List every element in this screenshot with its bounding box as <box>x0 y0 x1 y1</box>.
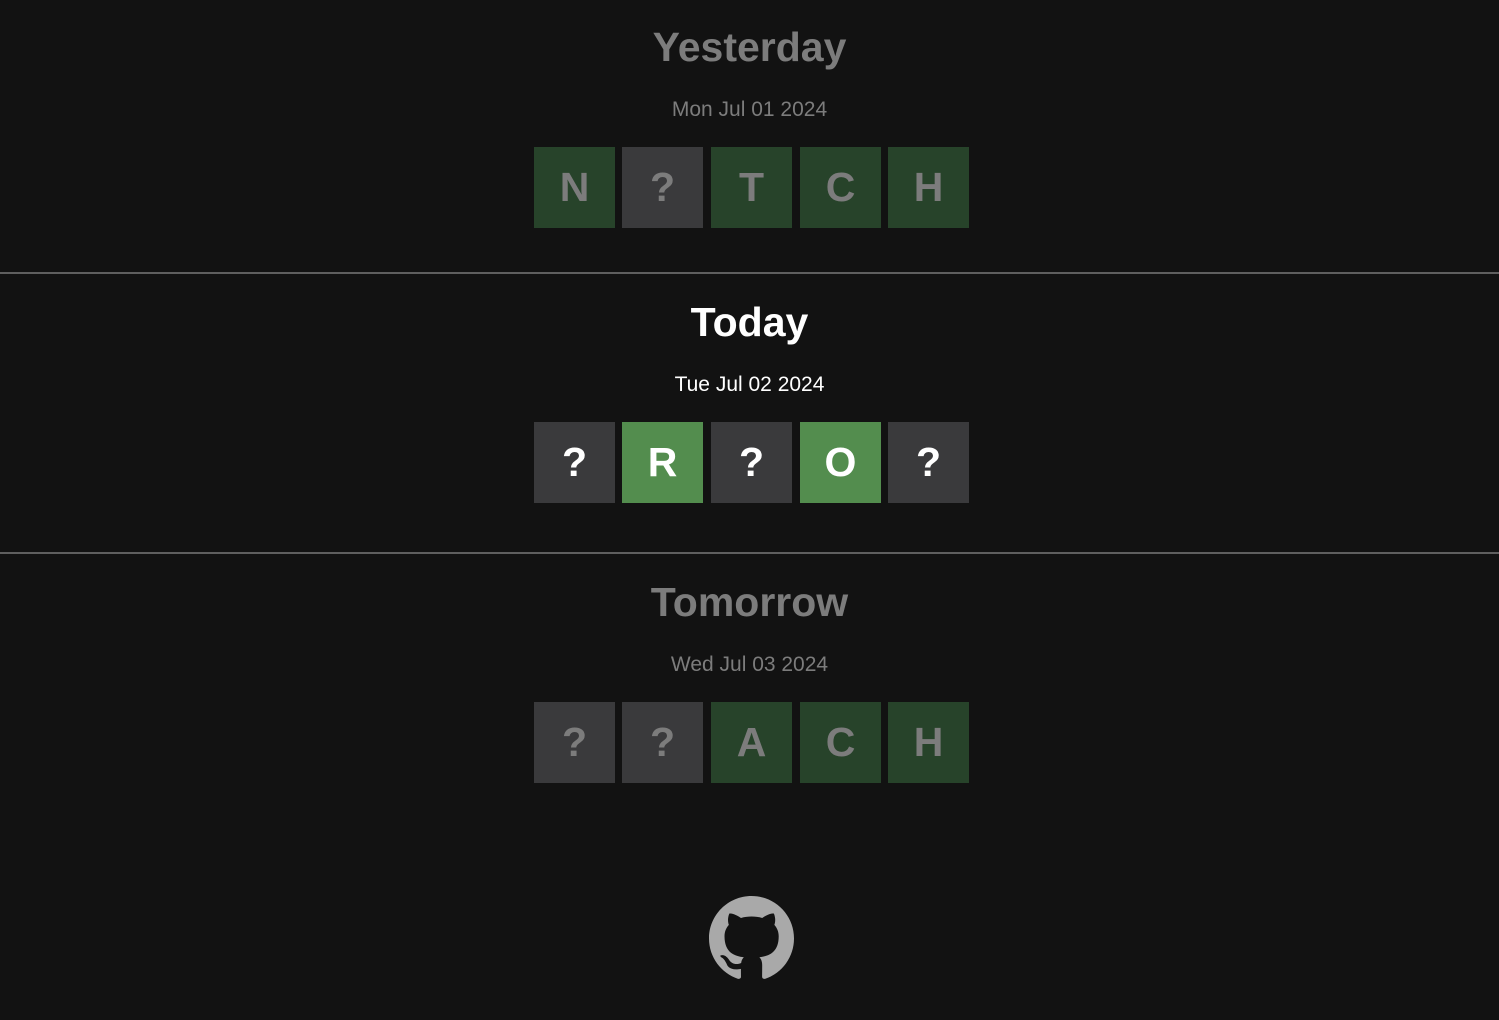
letter-tile: ? <box>534 702 615 783</box>
day-date: Mon Jul 01 2024 <box>671 98 828 121</box>
day-section-tomorrow: Tomorrow Wed Jul 03 2024 ? ? A C H <box>0 555 1499 815</box>
letter-tile: T <box>711 147 792 228</box>
section-divider <box>0 272 1499 274</box>
day-date: Tue Jul 02 2024 <box>674 373 825 396</box>
letter-tile: A <box>711 702 792 783</box>
day-title: Yesterday <box>652 24 847 70</box>
letter-tile: C <box>800 702 881 783</box>
github-icon <box>709 896 794 979</box>
day-date: Wed Jul 03 2024 <box>670 653 829 676</box>
letter-tiles: ? R ? O ? <box>534 422 970 503</box>
letter-tile: ? <box>888 422 969 503</box>
letter-tile: C <box>800 147 881 228</box>
day-title: Tomorrow <box>650 579 849 625</box>
day-title: Today <box>690 299 809 345</box>
letter-tile: R <box>622 422 703 503</box>
letter-tile: H <box>888 147 969 228</box>
letter-tile: O <box>800 422 881 503</box>
github-link[interactable] <box>709 896 794 981</box>
day-section-today: Today Tue Jul 02 2024 ? R ? O ? <box>0 275 1499 553</box>
letter-tile: H <box>888 702 969 783</box>
letter-tile: N <box>534 147 615 228</box>
section-divider <box>0 552 1499 554</box>
day-section-yesterday: Yesterday Mon Jul 01 2024 N ? T C H <box>0 0 1499 273</box>
letter-tiles: ? ? A C H <box>534 702 970 783</box>
letter-tile: ? <box>622 147 703 228</box>
letter-tiles: N ? T C H <box>534 147 970 228</box>
letter-tile: ? <box>622 702 703 783</box>
letter-tile: ? <box>534 422 615 503</box>
letter-tile: ? <box>711 422 792 503</box>
